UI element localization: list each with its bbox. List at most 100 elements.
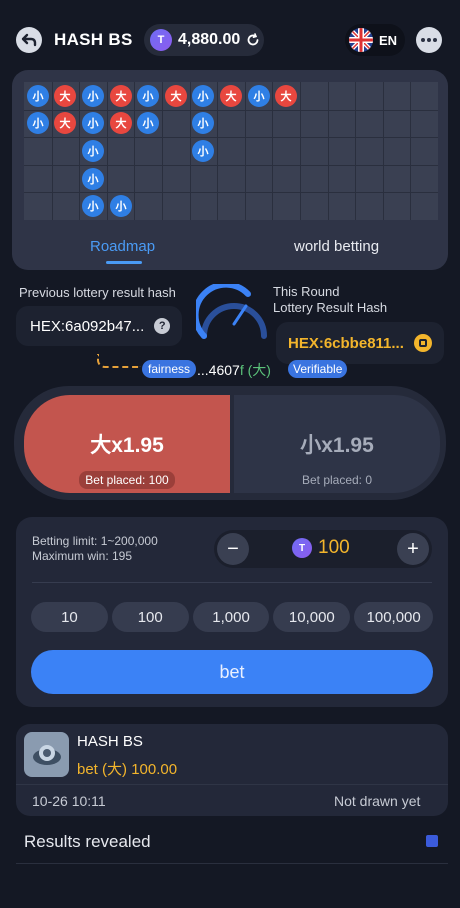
chip-10[interactable]: 10 <box>31 602 108 632</box>
panel-divider <box>32 582 432 583</box>
gauge-icon <box>196 284 267 339</box>
result-highlight: f <box>239 362 244 378</box>
grid-line <box>24 165 438 166</box>
connector-line <box>97 354 141 368</box>
uk-flag-icon <box>349 28 373 52</box>
round-hash-box[interactable]: HEX:6cbbe811... <box>276 322 444 364</box>
dot-icon <box>421 38 425 42</box>
language-label: EN <box>379 32 398 48</box>
bead-small: 小 <box>82 112 104 134</box>
bead-small: 小 <box>82 85 104 107</box>
language-selector[interactable]: EN <box>345 24 405 56</box>
grid-line <box>245 82 246 220</box>
bead-big: 大 <box>110 112 132 134</box>
bead-big: 大 <box>275 85 297 107</box>
grid-line <box>162 82 163 220</box>
bet-button[interactable]: bet <box>31 650 433 694</box>
history-bet-amount: 100.00 <box>131 761 178 778</box>
betting-limit-text: Betting limit: 1~200,000 <box>32 534 158 548</box>
game-thumbnail-icon <box>24 732 69 777</box>
previous-hash-box[interactable]: HEX:6a092b47... ? <box>16 306 182 346</box>
grid-line <box>190 82 191 220</box>
bet-option-small[interactable]: 小x1.95 Bet placed: 0 <box>234 395 440 493</box>
bead-small: 小 <box>110 195 132 217</box>
result-outcome: (大) <box>247 362 271 378</box>
roadmap-grid: 小大小大小大小大小大小大小大小小小小小小小 <box>24 82 438 220</box>
bead-big: 大 <box>54 85 76 107</box>
fairness-badge[interactable]: fairness <box>142 360 197 378</box>
tab-roadmap[interactable]: Roadmap <box>90 238 155 255</box>
decrease-button[interactable]: − <box>217 533 249 565</box>
refresh-icon[interactable] <box>246 33 260 47</box>
amount-display[interactable]: T 100 <box>292 537 350 559</box>
roadmap-card: 小大小大小大小大小大小大小大小小小小小小小 Roadmap world bett… <box>12 70 448 270</box>
result-prefix: ...4607 <box>197 362 240 378</box>
round-hash-value: HEX:6cbbe811... <box>288 334 404 352</box>
history-bet-prefix: bet <box>77 761 98 778</box>
grid-line <box>107 82 108 220</box>
more-menu-button[interactable] <box>416 27 442 53</box>
dot-icon <box>433 38 437 42</box>
history-bet-line: bet (大) 100.00 <box>77 758 177 779</box>
help-icon[interactable]: ? <box>154 318 171 334</box>
bead-small: 小 <box>137 85 159 107</box>
grid-line <box>24 137 438 138</box>
balance-display[interactable]: T 4,880.00 <box>144 24 264 56</box>
results-divider <box>16 863 448 864</box>
coin-icon: T <box>292 538 312 558</box>
bead-small: 小 <box>192 112 214 134</box>
chip-10000[interactable]: 10,000 <box>273 602 351 632</box>
big-odds-label: 大x1.95 <box>90 434 164 457</box>
bead-big: 大 <box>54 112 76 134</box>
tab-active-indicator <box>106 261 142 264</box>
grid-line <box>24 192 438 193</box>
tab-world-betting[interactable]: world betting <box>294 238 379 255</box>
round-hash-label: This Round Lottery Result Hash <box>273 284 387 316</box>
chip-100[interactable]: 100 <box>111 602 189 632</box>
back-arrow-icon <box>21 33 37 47</box>
verifiable-badge[interactable]: Verifiable <box>288 360 348 378</box>
round-label-line1: This Round <box>273 284 340 299</box>
amount-value: 100 <box>318 537 350 558</box>
results-revealed-label: Results revealed <box>24 832 151 851</box>
copy-icon[interactable] <box>413 334 432 352</box>
chip-1000[interactable]: 1,000 <box>192 602 270 632</box>
big-bet-placed: Bet placed: 100 <box>79 471 175 489</box>
coin-icon: T <box>150 29 172 51</box>
results-toggle[interactable] <box>426 835 438 847</box>
bead-big: 大 <box>220 85 242 107</box>
round-label-line2: Lottery Result Hash <box>273 300 388 315</box>
grid-line <box>217 82 218 220</box>
amount-stepper[interactable]: − T 100 + <box>214 530 432 568</box>
increase-button[interactable]: + <box>397 533 429 565</box>
bead-big: 大 <box>110 85 132 107</box>
grid-line <box>410 82 411 220</box>
hash-result-line: ...4607f (大) <box>197 360 271 380</box>
bead-big: 大 <box>165 85 187 107</box>
small-odds-label: 小x1.95 <box>300 434 374 457</box>
grid-line <box>300 82 301 220</box>
balance-value: 4,880.00 <box>178 31 241 48</box>
grid-line <box>355 82 356 220</box>
grid-line <box>79 82 80 220</box>
bead-small: 小 <box>137 112 159 134</box>
grid-line <box>272 82 273 220</box>
grid-line <box>383 82 384 220</box>
small-bet-placed: Bet placed: 0 <box>301 473 373 487</box>
grid-line <box>52 82 53 220</box>
back-button[interactable] <box>16 27 42 53</box>
bead-small: 小 <box>27 85 49 107</box>
dot-icon <box>427 38 431 42</box>
bead-small: 小 <box>82 140 104 162</box>
chip-100000[interactable]: 100,000 <box>354 602 434 632</box>
grid-line <box>134 82 135 220</box>
previous-hash-value: HEX:6a092b47... <box>30 317 145 335</box>
bead-small: 小 <box>248 85 270 107</box>
chip-selector: 10 100 1,000 10,000 100,000 <box>31 602 434 632</box>
bead-small: 小 <box>192 140 214 162</box>
bead-small: 小 <box>82 195 104 217</box>
betting-limits: Betting limit: 1~200,000 Maximum win: 19… <box>32 534 158 564</box>
history-status: Not drawn yet <box>334 793 421 809</box>
bead-small: 小 <box>192 85 214 107</box>
bet-option-big[interactable]: 大x1.95 Bet placed: 100 <box>24 395 230 493</box>
